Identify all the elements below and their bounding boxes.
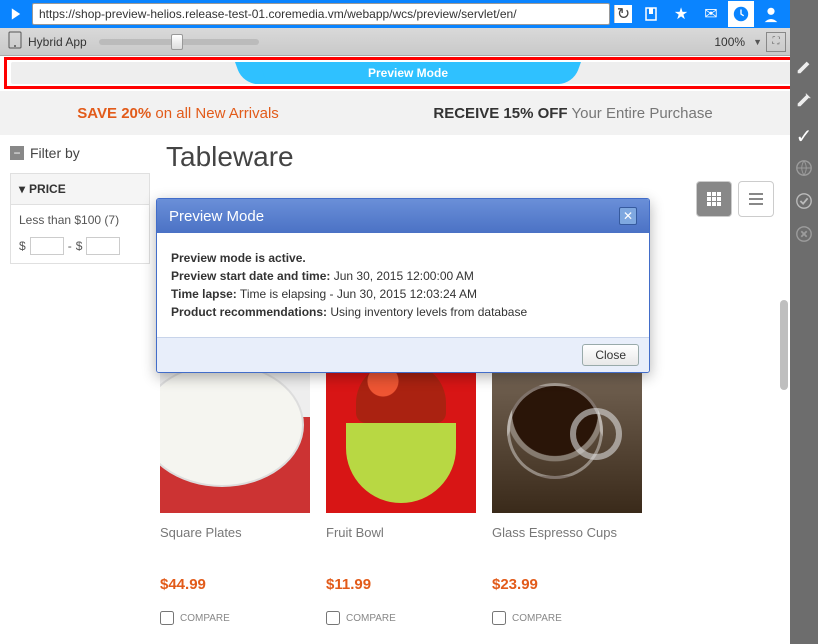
price-filter: ▾ PRICE Less than $100 (7) $ - $ xyxy=(10,173,150,264)
preview-mode-dialog: Preview Mode ✕ Preview mode is active. P… xyxy=(156,198,650,373)
dialog-header: Preview Mode ✕ xyxy=(157,199,649,233)
compare-label: COMPARE xyxy=(512,613,562,624)
bookmark-icon[interactable] xyxy=(638,1,664,27)
chevron-down-icon: ▾ xyxy=(19,182,25,196)
compare-control[interactable]: COMPARE xyxy=(492,611,642,625)
edit-icon[interactable] xyxy=(795,58,813,81)
edit-alt-icon[interactable] xyxy=(795,91,813,114)
promo-right-rest: Your Entire Purchase xyxy=(568,105,713,122)
slider-thumb[interactable] xyxy=(171,34,183,50)
preview-mode-pill[interactable]: Preview Mode xyxy=(251,62,565,84)
width-slider[interactable] xyxy=(99,39,259,45)
back-button[interactable] xyxy=(4,2,28,26)
compare-label: COMPARE xyxy=(180,613,230,624)
price-max-input[interactable] xyxy=(86,237,120,255)
dialog-line-3-value: Time is elapsing - Jun 30, 2015 12:03:24… xyxy=(237,287,477,301)
list-view-button[interactable] xyxy=(738,181,774,217)
currency-label: $ xyxy=(19,239,26,253)
view-toggle xyxy=(696,181,774,217)
dialog-title: Preview Mode xyxy=(169,208,264,225)
product-card[interactable]: Glass Espresso Cups $23.99 COMPARE xyxy=(492,353,642,625)
collapse-icon: − xyxy=(10,146,24,160)
dialog-line-4-label: Product recommendations: xyxy=(171,305,327,319)
product-name: Fruit Bowl xyxy=(326,525,476,540)
product-grid: Square Plates $44.99 COMPARE Fruit Bowl … xyxy=(160,353,784,625)
reload-icon[interactable]: ↻ xyxy=(614,5,632,23)
product-price: $44.99 xyxy=(160,576,310,593)
close-button[interactable]: Close xyxy=(582,344,639,366)
promo-left-bold: SAVE 20% xyxy=(77,105,151,122)
scrollbar-thumb[interactable] xyxy=(780,300,788,390)
filter-sidebar: − Filter by ▾ PRICE Less than $100 (7) $… xyxy=(10,141,150,625)
promo-bar: SAVE 20% on all New Arrivals RECEIVE 15%… xyxy=(0,91,790,135)
dialog-line-2-value: Jun 30, 2015 12:00:00 AM xyxy=(330,269,473,283)
product-image xyxy=(326,353,476,513)
dialog-line-3-label: Time lapse: xyxy=(171,287,237,301)
dialog-footer: Close xyxy=(157,337,649,372)
product-card[interactable]: Square Plates $44.99 COMPARE xyxy=(160,353,310,625)
dash: - xyxy=(68,239,72,253)
app-mode-label: Hybrid App xyxy=(28,35,87,49)
chevron-down-icon[interactable]: ▼ xyxy=(753,37,762,47)
promo-right: RECEIVE 15% OFF Your Entire Purchase xyxy=(433,105,712,122)
product-name: Glass Espresso Cups xyxy=(492,525,642,540)
globe-check-icon[interactable] xyxy=(795,192,813,215)
compare-control[interactable]: COMPARE xyxy=(326,611,476,625)
dialog-body: Preview mode is active. Preview start da… xyxy=(157,233,649,337)
tablet-icon xyxy=(8,31,22,52)
product-name: Square Plates xyxy=(160,525,310,540)
fit-icon[interactable]: ⛶ xyxy=(766,32,786,52)
right-tool-strip: ✓ xyxy=(790,0,818,644)
compare-checkbox[interactable] xyxy=(160,611,174,625)
price-filter-header[interactable]: ▾ PRICE xyxy=(11,174,149,205)
compare-checkbox[interactable] xyxy=(326,611,340,625)
product-price: $11.99 xyxy=(326,576,476,593)
browser-top-bar: ↻ ★ ✉ xyxy=(0,0,818,28)
price-label: PRICE xyxy=(29,182,66,196)
page-title: Tableware xyxy=(166,141,784,173)
filter-header-label: Filter by xyxy=(30,145,80,161)
globe-icon[interactable] xyxy=(795,159,813,182)
price-range-option[interactable]: Less than $100 (7) xyxy=(19,213,141,227)
promo-right-bold: RECEIVE 15% OFF xyxy=(433,105,567,122)
price-filter-body: Less than $100 (7) $ - $ xyxy=(11,205,149,263)
price-min-input[interactable] xyxy=(30,237,64,255)
preview-mode-label: Preview Mode xyxy=(368,66,448,80)
promo-left-rest: on all New Arrivals xyxy=(151,105,279,122)
dialog-line-2-label: Preview start date and time: xyxy=(171,269,330,283)
grid-view-button[interactable] xyxy=(696,181,732,217)
dialog-line-1: Preview mode is active. xyxy=(171,251,306,265)
dialog-close-icon[interactable]: ✕ xyxy=(619,207,637,225)
top-icon-group: ★ ✉ xyxy=(638,1,814,27)
product-card[interactable]: Fruit Bowl $11.99 COMPARE xyxy=(326,353,476,625)
device-sub-bar: Hybrid App 100% ▼ ⛶ ▥ xyxy=(0,28,818,56)
preview-banner: Preview Mode xyxy=(11,62,805,84)
star-icon[interactable]: ★ xyxy=(668,1,694,27)
dialog-line-4-value: Using inventory levels from database xyxy=(327,305,527,319)
check-icon[interactable]: ✓ xyxy=(796,124,813,149)
price-input-row: $ - $ xyxy=(19,237,141,255)
preview-mode-highlight: Preview Mode xyxy=(4,57,812,89)
promo-left: SAVE 20% on all New Arrivals xyxy=(77,105,278,122)
compare-checkbox[interactable] xyxy=(492,611,506,625)
url-input[interactable] xyxy=(32,3,610,25)
product-image xyxy=(160,353,310,513)
clock-icon[interactable] xyxy=(728,1,754,27)
zoom-label: 100% xyxy=(714,35,745,49)
product-image xyxy=(492,353,642,513)
compare-label: COMPARE xyxy=(346,613,396,624)
filter-header[interactable]: − Filter by xyxy=(10,141,150,165)
mail-icon[interactable]: ✉ xyxy=(698,1,724,27)
globe-x-icon[interactable] xyxy=(795,225,813,248)
currency-label: $ xyxy=(76,239,83,253)
product-price: $23.99 xyxy=(492,576,642,593)
user-icon[interactable] xyxy=(758,1,784,27)
compare-control[interactable]: COMPARE xyxy=(160,611,310,625)
